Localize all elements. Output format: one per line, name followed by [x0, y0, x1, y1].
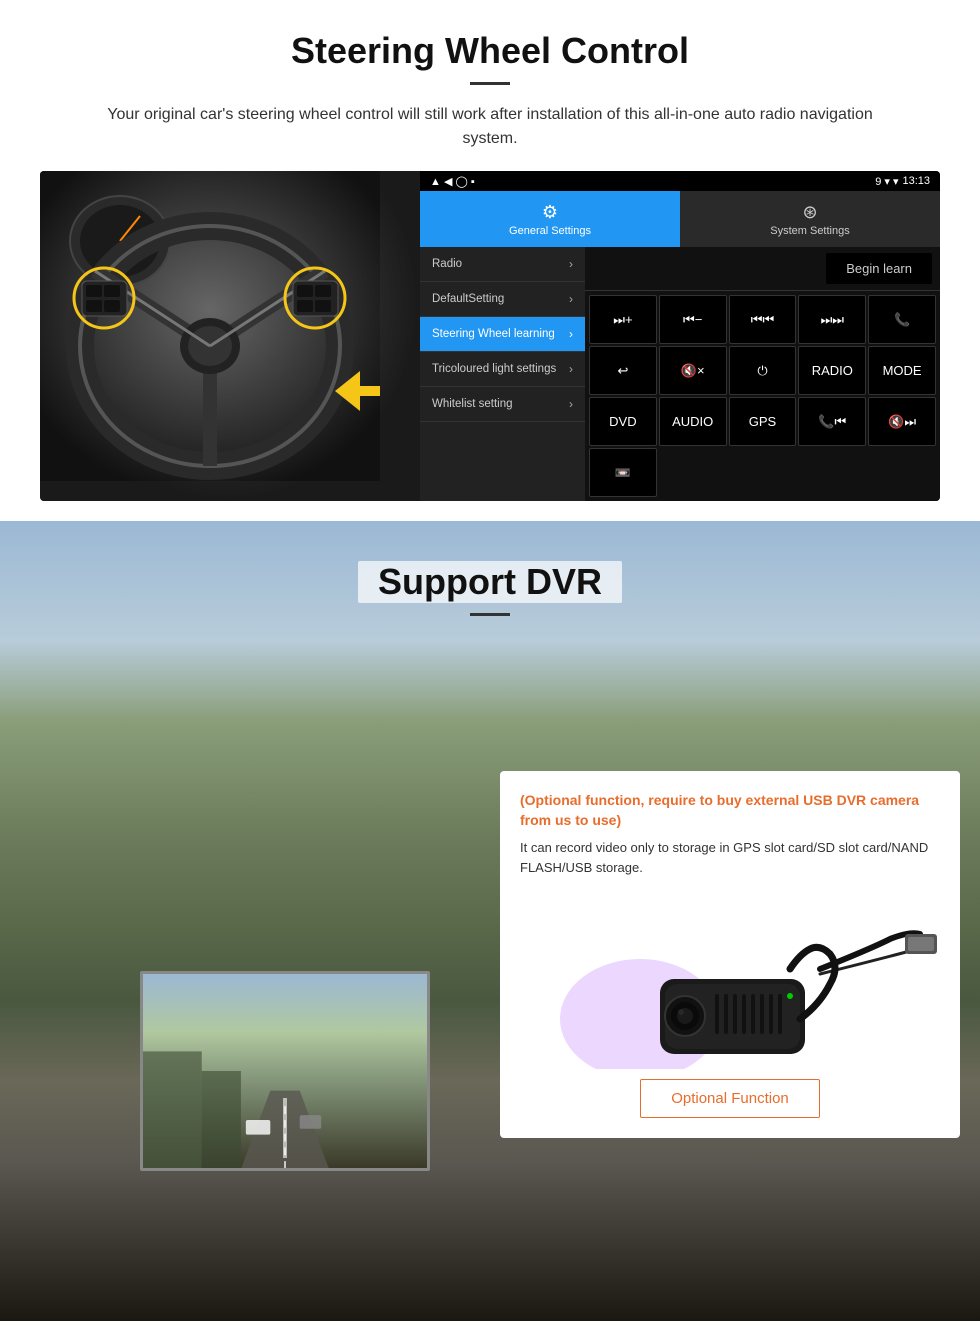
btn-radio[interactable]: RADIO — [798, 346, 866, 395]
menu-default-label: DefaultSetting — [432, 293, 504, 305]
tab-general-settings[interactable]: ⚙ General Settings — [420, 191, 680, 247]
chevron-icon-2: › — [569, 292, 573, 306]
chevron-icon-3: › — [569, 327, 573, 341]
dvr-divider — [470, 613, 510, 616]
btn-dvr[interactable]: 📼 — [589, 448, 657, 497]
status-signal: 9 ▾ ▾ — [875, 175, 898, 188]
dvr-camera-image — [520, 889, 940, 1069]
btn-dvd[interactable]: DVD — [589, 397, 657, 446]
steering-description: Your original car's steering wheel contr… — [80, 103, 900, 151]
title-divider — [470, 82, 510, 85]
btn-prev-track[interactable]: ⏮⏮ — [729, 295, 797, 344]
android-menu: Radio › DefaultSetting › Steering Wheel … — [420, 247, 585, 501]
dvr-description: It can record video only to storage in G… — [520, 838, 940, 877]
menu-whitelist-label: Whitelist setting — [432, 398, 513, 410]
android-content: Radio › DefaultSetting › Steering Wheel … — [420, 247, 940, 501]
chevron-icon-5: › — [569, 397, 573, 411]
tab-system-settings[interactable]: ⊛ System Settings — [680, 191, 940, 247]
dvr-optional-text: (Optional function, require to buy exter… — [520, 791, 940, 830]
menu-tricoloured-label: Tricoloured light settings — [432, 363, 556, 375]
menu-whitelist[interactable]: Whitelist setting › — [420, 387, 585, 422]
steering-photo — [40, 171, 420, 501]
android-tabs: ⚙ General Settings ⊛ System Settings — [420, 191, 940, 247]
dvr-section: Support DVR — [0, 521, 980, 1321]
steering-wheel-bg — [40, 171, 420, 501]
status-icons: ▲ ◀ ◯ ▪ — [430, 175, 475, 188]
android-right: Begin learn ⏭+ ⏮− ⏮⏮ ⏭⏭ 📞 ↩ 🔇× ⏻ RADIO — [585, 247, 940, 501]
btn-mute[interactable]: 🔇× — [659, 346, 727, 395]
dvr-heading: Support DVR — [0, 521, 980, 636]
dvr-preview-image — [143, 974, 427, 1168]
menu-tricoloured[interactable]: Tricoloured light settings › — [420, 352, 585, 387]
steering-section: Steering Wheel Control Your original car… — [0, 0, 980, 521]
btn-vol-down[interactable]: ⏮− — [659, 295, 727, 344]
gear-icon: ⚙ — [542, 202, 558, 223]
btn-hang-up[interactable]: ↩ — [589, 346, 657, 395]
btn-phone[interactable]: 📞 — [868, 295, 936, 344]
menu-steering-wheel[interactable]: Steering Wheel learning › — [420, 317, 585, 352]
begin-learn-row: Begin learn — [585, 247, 940, 291]
btn-next-track[interactable]: ⏭⏭ — [798, 295, 866, 344]
btn-gps[interactable]: GPS — [729, 397, 797, 446]
control-button-grid: ⏭+ ⏮− ⏮⏮ ⏭⏭ 📞 ↩ 🔇× ⏻ RADIO MODE DVD AUDI — [585, 291, 940, 501]
menu-default-setting[interactable]: DefaultSetting › — [420, 282, 585, 317]
chevron-icon-4: › — [569, 362, 573, 376]
tab-general-label: General Settings — [509, 225, 591, 237]
dvr-title: Support DVR — [358, 561, 622, 603]
btn-mute-next[interactable]: 🔇⏭ — [868, 397, 936, 446]
menu-radio[interactable]: Radio › — [420, 247, 585, 282]
begin-learn-button[interactable]: Begin learn — [826, 253, 932, 284]
steering-title: Steering Wheel Control — [40, 30, 940, 72]
btn-vol-up[interactable]: ⏭+ — [589, 295, 657, 344]
chevron-icon: › — [569, 257, 573, 271]
android-statusbar: ▲ ◀ ◯ ▪ 9 ▾ ▾ 13:13 — [420, 171, 940, 191]
menu-radio-label: Radio — [432, 258, 462, 270]
optional-function-button[interactable]: Optional Function — [640, 1079, 820, 1118]
btn-mode[interactable]: MODE — [868, 346, 936, 395]
android-panel: ▲ ◀ ◯ ▪ 9 ▾ ▾ 13:13 ⚙ General Settings ⊛… — [420, 171, 940, 501]
tab-system-label: System Settings — [770, 225, 849, 237]
status-time: 13:13 — [902, 175, 930, 187]
btn-audio[interactable]: AUDIO — [659, 397, 727, 446]
dvr-camera-preview — [140, 971, 430, 1171]
system-icon: ⊛ — [802, 202, 817, 223]
menu-steering-label: Steering Wheel learning — [432, 328, 555, 340]
btn-phone-prev[interactable]: 📞⏮ — [798, 397, 866, 446]
btn-power[interactable]: ⏻ — [729, 346, 797, 395]
dvr-info-card: (Optional function, require to buy exter… — [500, 771, 960, 1138]
steering-demo: ▲ ◀ ◯ ▪ 9 ▾ ▾ 13:13 ⚙ General Settings ⊛… — [40, 171, 940, 501]
